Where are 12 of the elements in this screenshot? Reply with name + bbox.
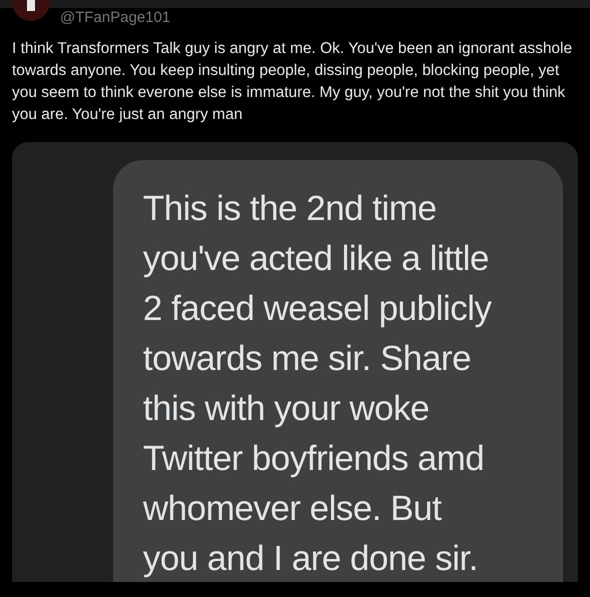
user-handle[interactable]: @TFanPage101 (60, 6, 170, 30)
attached-screenshot[interactable]: This is the 2nd time you've acted like a little 2 faced weasel publicly towards me sir. Share this with your woke Twitter boyfriends amd whomever else. But you and I are done sir. (12, 142, 578, 582)
message-text: whomever else. But (143, 488, 443, 530)
message-text: 2 faced weasel publicly (143, 288, 493, 330)
message-text: you and I are done sir. (143, 538, 479, 580)
message-text: Twitter boyfriends amd (143, 438, 486, 480)
tweet-text: I think Transformers Talk guy is angry at me. Ok. You've been an ignorant asshole towards anyone. You keep insulting people, dissing people, blocking people, yet you seem to think everone else is immature. My guy, you're not the shit you think you are. You're just an angry man (11, 39, 574, 125)
message-text: this with your woke (143, 388, 430, 430)
avatar-icon (12, 0, 50, 21)
message-text: This is the 2nd time (143, 188, 438, 230)
message-text: you've acted like a little (143, 238, 490, 280)
message-text: towards me sir. Share (143, 338, 472, 380)
